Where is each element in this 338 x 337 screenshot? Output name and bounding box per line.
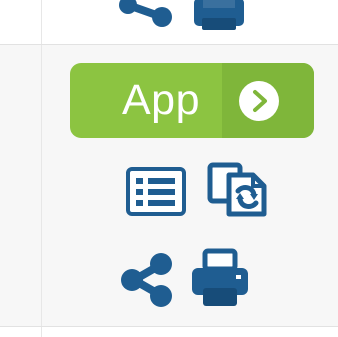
top-print-button[interactable]: [188, 0, 250, 32]
copy-sync-button[interactable]: [206, 160, 272, 220]
top-divider: [0, 44, 338, 45]
print-icon: [192, 248, 248, 306]
share-icon: [119, 0, 172, 27]
list-view-button[interactable]: [124, 164, 188, 220]
app-button-label: App: [122, 76, 201, 124]
print-button[interactable]: [188, 248, 252, 310]
bottom-divider: [0, 326, 338, 327]
top-share-button[interactable]: [118, 0, 174, 28]
list-icon: [126, 167, 186, 216]
page: App: [0, 0, 338, 337]
copy-sync-icon: [207, 162, 267, 217]
chevron-right-circle-icon: [239, 81, 279, 121]
app-button[interactable]: App: [70, 63, 314, 138]
left-divider: [41, 0, 42, 337]
share-button[interactable]: [118, 252, 178, 308]
share-icon: [121, 253, 172, 307]
print-icon: [194, 0, 244, 30]
